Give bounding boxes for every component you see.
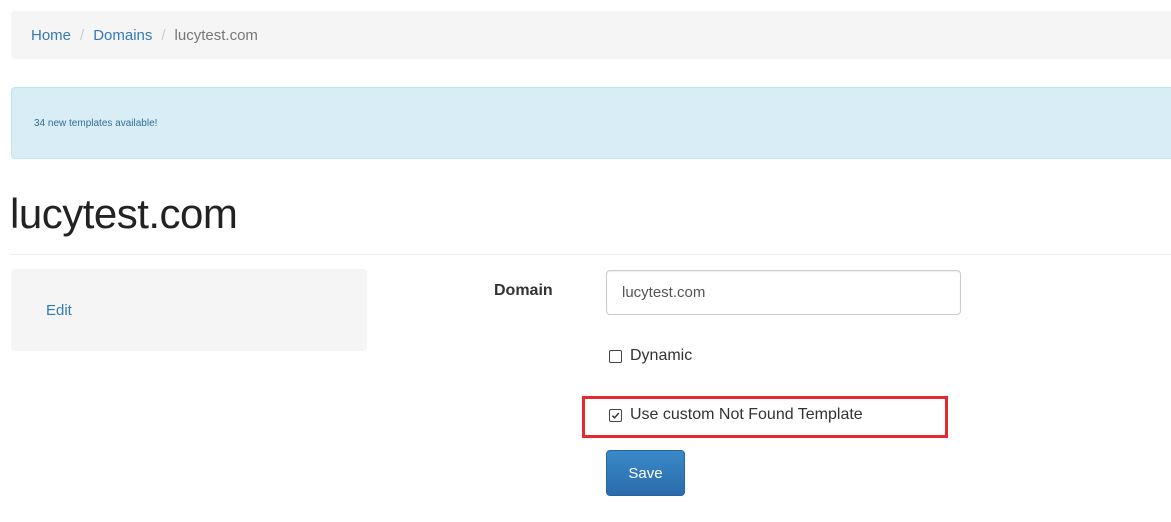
alert-text: 34 new templates available! — [34, 117, 158, 129]
domain-input[interactable] — [606, 270, 961, 315]
breadcrumb-separator: / — [161, 26, 166, 44]
save-button[interactable]: Save — [606, 450, 685, 496]
side-nav-panel: Edit — [11, 269, 367, 351]
breadcrumb-home-link[interactable]: Home — [31, 27, 71, 44]
dynamic-option: Dynamic — [609, 347, 692, 365]
breadcrumb: Home / Domains / lucytest.com — [11, 11, 1171, 59]
breadcrumb-domains-link[interactable]: Domains — [93, 27, 152, 44]
breadcrumb-current: lucytest.com — [174, 26, 258, 44]
page-title: lucytest.com — [10, 190, 238, 237]
dynamic-checkbox[interactable] — [609, 349, 622, 363]
breadcrumb-separator: / — [80, 26, 85, 44]
checkmark-icon — [611, 412, 620, 419]
domain-label: Domain — [494, 282, 553, 299]
custom-template-checkbox[interactable] — [609, 408, 622, 422]
custom-template-option: Use custom Not Found Template — [609, 406, 863, 424]
edit-link[interactable]: Edit — [46, 302, 72, 319]
title-divider — [10, 254, 1171, 255]
custom-template-label: Use custom Not Found Template — [630, 406, 863, 423]
dynamic-label: Dynamic — [630, 347, 693, 364]
info-alert: 34 new templates available! — [11, 87, 1171, 159]
